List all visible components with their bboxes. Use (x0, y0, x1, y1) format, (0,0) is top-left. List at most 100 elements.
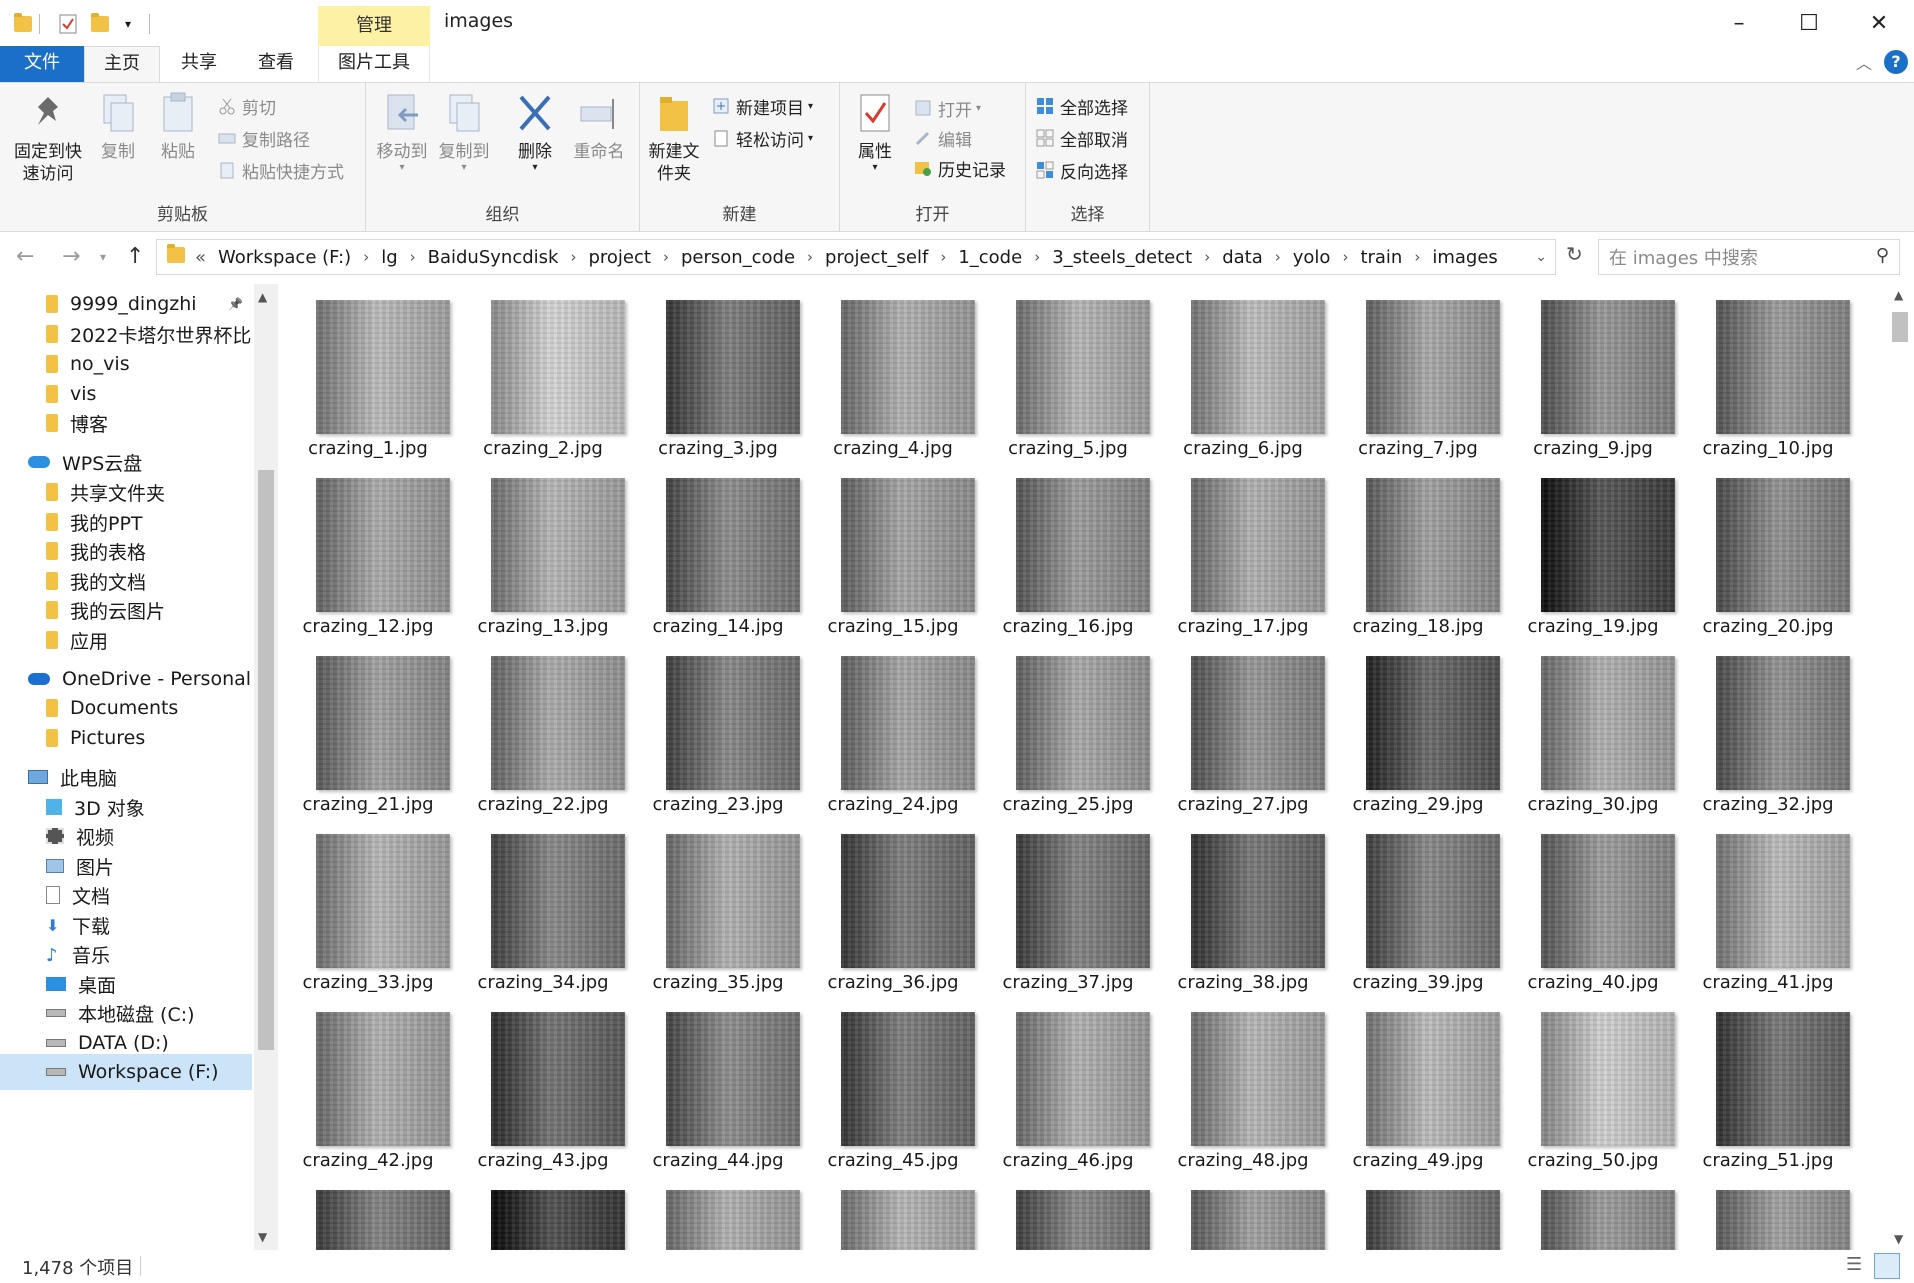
tab-view[interactable]: 查看 (240, 46, 312, 82)
pin-quick-access-button[interactable]: 固定到快速访问 (6, 91, 90, 185)
history-button[interactable]: 历史记录 (914, 155, 1006, 181)
file-item[interactable]: crazing_30.jpg (1505, 640, 1681, 815)
file-item[interactable]: crazing_39.jpg (1330, 818, 1506, 993)
search-input[interactable]: 在 images 中搜索 ⚲ (1598, 239, 1900, 275)
properties-quick-icon[interactable] (56, 12, 80, 36)
cut-button[interactable]: 剪切 (218, 93, 276, 119)
file-item[interactable]: crazing_3.jpg (630, 284, 806, 459)
up-arrow-icon[interactable]: ↑ (126, 244, 144, 269)
open-button[interactable]: 打开 ▾ (914, 95, 981, 121)
maximize-button[interactable]: ☐ (1774, 0, 1844, 46)
file-item[interactable]: crazing_49.jpg (1330, 996, 1506, 1171)
file-item[interactable] (455, 1174, 631, 1250)
collapse-ribbon-icon[interactable]: ︿ (1856, 50, 1872, 74)
refresh-icon[interactable]: ↻ (1566, 242, 1583, 266)
file-item[interactable]: crazing_18.jpg (1330, 462, 1506, 637)
breadcrumb-separator-icon[interactable]: › (1265, 248, 1291, 266)
file-item[interactable]: crazing_12.jpg (280, 462, 456, 637)
file-item[interactable] (280, 1174, 456, 1250)
tab-file[interactable]: 文件 (0, 46, 84, 82)
file-item[interactable]: crazing_41.jpg (1680, 818, 1856, 993)
file-item[interactable]: crazing_43.jpg (455, 996, 631, 1171)
invert-selection-button[interactable]: 反向选择 (1036, 157, 1128, 183)
new-item-button[interactable]: 新建项目 ▾ (712, 93, 813, 119)
edit-button[interactable]: 编辑 (914, 125, 972, 151)
paste-shortcut-button[interactable]: 粘贴快捷方式 (218, 157, 344, 183)
select-all-button[interactable]: 全部选择 (1036, 93, 1128, 119)
breadcrumb-item[interactable]: lg (379, 247, 399, 268)
file-item[interactable]: crazing_13.jpg (455, 462, 631, 637)
details-view-icon[interactable]: ☰ (1846, 1254, 1862, 1275)
file-item[interactable]: crazing_22.jpg (455, 640, 631, 815)
file-view-scrollbar[interactable]: ▲ ▼ (1886, 284, 1914, 1250)
file-item[interactable]: crazing_51.jpg (1680, 996, 1856, 1171)
address-dropdown-icon[interactable]: ⌄ (1535, 249, 1547, 265)
breadcrumb-separator-icon[interactable]: › (930, 248, 956, 266)
help-icon[interactable]: ? (1884, 50, 1908, 74)
file-item[interactable]: crazing_50.jpg (1505, 996, 1681, 1171)
recent-locations-icon[interactable]: ▾ (100, 250, 106, 264)
address-bar[interactable]: « Workspace (F:) › lg › BaiduSyncdisk › projec… (156, 239, 1556, 275)
breadcrumb-separator-icon[interactable]: › (653, 248, 679, 266)
file-item[interactable]: crazing_20.jpg (1680, 462, 1856, 637)
scroll-up-icon[interactable]: ▲ (1894, 288, 1903, 302)
file-item[interactable]: crazing_46.jpg (980, 996, 1156, 1171)
file-item[interactable] (1680, 1174, 1856, 1250)
file-item[interactable]: crazing_16.jpg (980, 462, 1156, 637)
file-item[interactable]: crazing_2.jpg (455, 284, 631, 459)
file-item[interactable]: crazing_34.jpg (455, 818, 631, 993)
file-item[interactable]: crazing_5.jpg (980, 284, 1156, 459)
file-item[interactable]: crazing_17.jpg (1155, 462, 1331, 637)
scroll-down-icon[interactable]: ▼ (1894, 1232, 1903, 1246)
breadcrumb-separator-icon[interactable]: › (1024, 248, 1050, 266)
file-item[interactable]: crazing_32.jpg (1680, 640, 1856, 815)
breadcrumb-separator-icon[interactable]: › (1194, 248, 1220, 266)
copy-to-button[interactable]: 复制到 ▾ (434, 91, 494, 173)
manage-context-tab[interactable]: 管理 (318, 6, 430, 46)
copy-button[interactable]: 复制 (92, 91, 144, 163)
breadcrumb-item[interactable]: person_code (679, 247, 797, 268)
breadcrumb-item[interactable]: yolo (1291, 247, 1333, 268)
file-item[interactable]: crazing_4.jpg (805, 284, 981, 459)
file-item[interactable]: crazing_24.jpg (805, 640, 981, 815)
close-button[interactable]: ✕ (1844, 0, 1914, 46)
file-item[interactable]: crazing_6.jpg (1155, 284, 1331, 459)
breadcrumb-item[interactable]: Workspace (F:) (216, 247, 353, 268)
file-item[interactable]: crazing_37.jpg (980, 818, 1156, 993)
tab-picture-tools[interactable]: 图片工具 (318, 46, 430, 82)
breadcrumb-item[interactable]: project_self (823, 247, 930, 268)
sidebar-item[interactable]: Pictures (0, 720, 252, 756)
file-item[interactable] (1330, 1174, 1506, 1250)
file-view-scroll-thumb[interactable] (1892, 312, 1908, 342)
file-item[interactable]: crazing_7.jpg (1330, 284, 1506, 459)
tab-home[interactable]: 主页 (84, 46, 160, 82)
file-item[interactable]: crazing_45.jpg (805, 996, 981, 1171)
select-none-button[interactable]: 全部取消 (1036, 125, 1128, 151)
file-item[interactable]: crazing_33.jpg (280, 818, 456, 993)
file-item[interactable]: crazing_40.jpg (1505, 818, 1681, 993)
file-item[interactable]: crazing_23.jpg (630, 640, 806, 815)
breadcrumb-item[interactable]: images (1430, 247, 1499, 268)
delete-button[interactable]: 删除 ▾ (510, 91, 560, 173)
copy-path-button[interactable]: 复制路径 (218, 125, 310, 151)
back-arrow-icon[interactable]: ← (16, 244, 34, 269)
rename-button[interactable]: 重命名 (566, 91, 632, 163)
sidebar-item[interactable]: Workspace (F:) (0, 1054, 252, 1090)
sidebar-scrollbar[interactable]: ▲ ▼ (254, 284, 278, 1250)
paste-button[interactable]: 粘贴 (152, 91, 204, 163)
file-item[interactable]: crazing_35.jpg (630, 818, 806, 993)
file-item[interactable]: crazing_29.jpg (1330, 640, 1506, 815)
file-item[interactable]: crazing_15.jpg (805, 462, 981, 637)
file-item[interactable]: crazing_38.jpg (1155, 818, 1331, 993)
breadcrumb-separator-icon[interactable]: › (353, 248, 379, 266)
file-item[interactable]: crazing_25.jpg (980, 640, 1156, 815)
file-item[interactable] (805, 1174, 981, 1250)
breadcrumb-separator-icon[interactable]: › (1404, 248, 1430, 266)
file-item[interactable]: crazing_48.jpg (1155, 996, 1331, 1171)
file-item[interactable]: crazing_1.jpg (280, 284, 456, 459)
breadcrumb-separator-icon[interactable]: › (400, 248, 426, 266)
file-item[interactable]: crazing_44.jpg (630, 996, 806, 1171)
large-icons-view-icon[interactable] (1874, 1253, 1900, 1279)
sidebar-scroll-thumb[interactable] (258, 470, 274, 1050)
file-item[interactable] (1155, 1174, 1331, 1250)
